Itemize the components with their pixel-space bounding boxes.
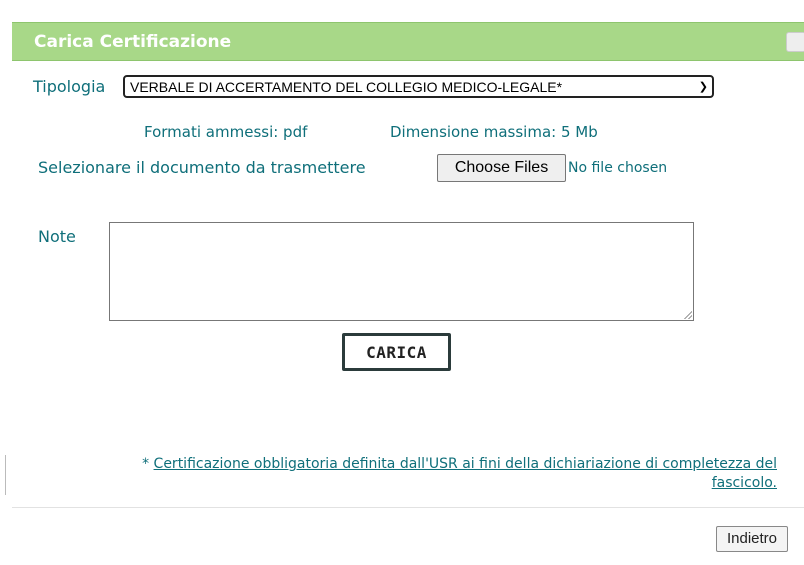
upload-button[interactable]: CARICA (342, 333, 451, 371)
max-size-text: Dimensione massima: 5 Mb (390, 123, 598, 141)
tipologia-select[interactable]: VERBALE DI ACCERTAMENTO DEL COLLEGIO MED… (123, 75, 714, 98)
tipologia-selected-value: VERBALE DI ACCERTAMENTO DEL COLLEGIO MED… (130, 79, 563, 95)
note-label: Note (38, 227, 76, 246)
close-icon[interactable] (786, 32, 804, 52)
dialog-title: Carica Certificazione (34, 32, 232, 52)
footer-divider (12, 507, 804, 508)
resize-grip-icon[interactable] (684, 311, 692, 319)
footnote: * Certificazione obbligatoria definita d… (132, 455, 777, 493)
select-document-label: Selezionare il documento da trasmettere (38, 158, 366, 177)
allowed-formats-text: Formati ammessi: pdf (144, 123, 308, 141)
back-button[interactable]: Indietro (716, 526, 788, 552)
page-edge-mark (5, 455, 6, 495)
upload-certification-dialog: Carica Certificazione Tipologia VERBALE … (12, 0, 804, 565)
dialog-titlebar: Carica Certificazione (12, 22, 804, 61)
footnote-link[interactable]: Certificazione obbligatoria definita dal… (154, 456, 777, 491)
no-file-chosen-text: No file chosen (568, 160, 668, 176)
chevron-down-icon: ❯ (698, 81, 708, 93)
footnote-asterisk: * (142, 456, 154, 472)
tipologia-label: Tipologia (33, 77, 106, 96)
note-textarea[interactable] (109, 222, 694, 321)
choose-files-button[interactable]: Choose Files (437, 154, 566, 182)
